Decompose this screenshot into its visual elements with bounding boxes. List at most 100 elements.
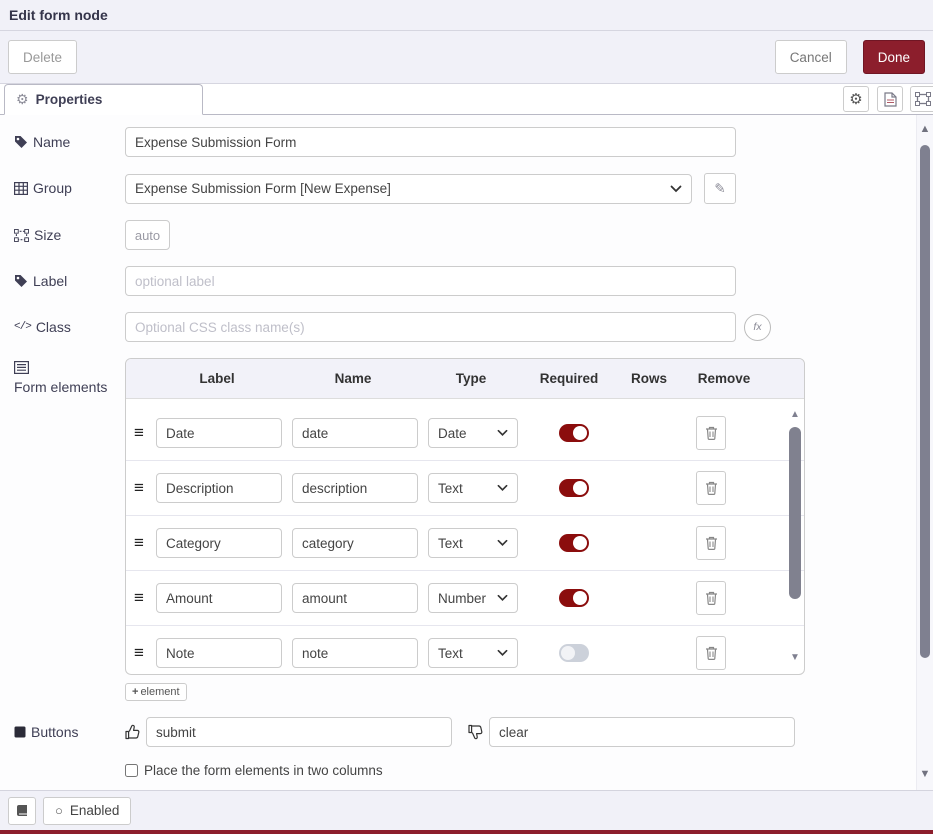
delete-element-button[interactable] [696,526,726,560]
element-label-input[interactable] [156,528,282,558]
form-elements-row: Form elements Label Name Type Required R… [14,358,933,701]
trash-icon [705,426,718,440]
chevron-down-icon [497,429,508,437]
element-type-select[interactable]: Date [428,418,518,448]
form-element-row: ≡ Text [126,626,804,674]
edit-form-node-dialog: Edit form node Delete Cancel Done ⚙ Prop… [0,0,933,834]
col-name: Name [290,371,416,386]
scroll-up-icon[interactable]: ▲ [917,123,933,135]
group-row: Group Expense Submission Form [New Expen… [14,173,933,204]
drag-handle-icon[interactable]: ≡ [134,533,156,553]
required-toggle[interactable] [559,534,589,552]
col-type: Type [426,371,516,386]
name-input[interactable] [125,127,736,157]
element-name-input[interactable] [292,418,418,448]
appearance-tab-button[interactable] [910,86,933,112]
element-type-select[interactable]: Number [428,583,518,613]
main-scrollbar: ▲ ▼ [916,115,933,790]
buttons-label: Buttons [14,724,125,740]
description-tab-button[interactable] [877,86,903,112]
label-label: Label [14,273,125,289]
tag-icon [14,274,28,288]
element-type-value: Text [438,481,463,496]
col-required: Required [529,371,609,386]
table-scrollbar-thumb[interactable] [789,427,801,599]
required-toggle[interactable] [559,644,589,662]
clear-button-input[interactable] [489,717,795,747]
element-label-input[interactable] [156,418,282,448]
form-element-row: ≡ Number [126,571,804,626]
element-label-input[interactable] [156,473,282,503]
trash-icon [705,591,718,605]
circle-icon: ○ [55,803,63,818]
docs-button[interactable] [8,797,36,825]
size-label: Size [14,227,125,243]
dialog-button-bar: Delete Cancel Done [0,31,933,84]
two-columns-label: Place the form elements in two columns [144,763,383,778]
element-type-value: Date [438,426,467,441]
size-button[interactable]: auto [125,220,170,250]
scroll-down-icon[interactable]: ▼ [790,652,800,664]
cancel-button[interactable]: Cancel [775,40,847,74]
scroll-up-icon[interactable]: ▲ [790,409,800,421]
required-toggle[interactable] [559,424,589,442]
done-button[interactable]: Done [863,40,925,74]
gear-icon: ⚙ [16,91,29,108]
delete-button[interactable]: Delete [8,40,77,74]
element-label-input[interactable] [156,583,282,613]
col-remove: Remove [689,371,759,386]
delete-element-button[interactable] [696,581,726,615]
element-name-input[interactable] [292,583,418,613]
object-group-icon [14,229,29,242]
element-label-input[interactable] [156,638,282,668]
pencil-icon: ✎ [714,181,725,197]
required-toggle[interactable] [559,479,589,497]
drag-handle-icon[interactable]: ≡ [134,478,156,498]
fx-icon: fx [753,321,761,333]
tab-properties[interactable]: ⚙ Properties [4,84,203,115]
two-columns-checkbox[interactable] [125,764,138,777]
buttons-row: Buttons [14,717,933,747]
elements-table-body: ≡ Date ≡ Text [126,399,804,674]
element-name-input[interactable] [292,638,418,668]
edit-group-button[interactable]: ✎ [704,173,736,204]
drag-handle-icon[interactable]: ≡ [134,643,156,663]
enabled-toggle-button[interactable]: ○ Enabled [43,797,131,825]
dynamic-class-button[interactable]: fx [744,314,771,341]
element-name-input[interactable] [292,473,418,503]
main-scrollbar-thumb[interactable] [920,145,930,658]
scroll-down-icon[interactable]: ▼ [917,768,933,780]
class-input[interactable] [125,312,736,342]
chevron-down-icon [497,594,508,602]
element-name-input[interactable] [292,528,418,558]
add-element-button[interactable]: +element [125,683,187,701]
delete-element-button[interactable] [696,416,726,450]
group-label: Group [14,180,125,196]
chevron-down-icon [670,185,682,193]
object-group-icon [915,92,931,106]
col-rows: Rows [619,371,679,386]
properties-panel: Name Group Expense Submission Form [New … [0,115,933,790]
tab-properties-label: Properties [36,92,103,107]
required-toggle[interactable] [559,589,589,607]
delete-element-button[interactable] [696,636,726,670]
dialog-footer: ○ Enabled [0,790,933,830]
element-type-select[interactable]: Text [428,473,518,503]
dialog-bottom-edge [0,830,933,834]
name-row: Name [14,127,933,157]
group-select[interactable]: Expense Submission Form [New Expense] [125,174,692,204]
submit-button-input[interactable] [146,717,452,747]
drag-handle-icon[interactable]: ≡ [134,423,156,443]
element-type-select[interactable]: Text [428,638,518,668]
drag-handle-icon[interactable]: ≡ [134,588,156,608]
element-type-select[interactable]: Text [428,528,518,558]
class-row: </> Class fx [14,312,933,342]
label-input[interactable] [125,266,736,296]
stop-square-icon [14,726,26,738]
thumbs-up-icon [125,724,140,740]
form-element-row: ≡ Text [126,461,804,516]
properties-tab-button[interactable]: ⚙ [843,86,869,112]
delete-element-button[interactable] [696,471,726,505]
tag-icon [14,135,28,149]
gear-icon: ⚙ [849,90,862,108]
